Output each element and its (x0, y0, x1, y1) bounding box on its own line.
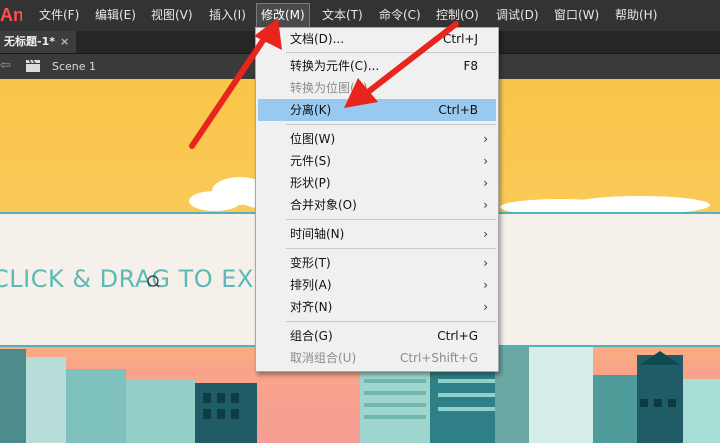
menu-item-arrange[interactable]: 排列(A) › (258, 274, 496, 296)
chevron-right-icon: › (483, 278, 488, 292)
banner-text: CLICK & DRAG TO EXP (0, 265, 269, 293)
menu-item-document[interactable]: 文档(D)... Ctrl+J (258, 28, 496, 50)
modify-menu: 文档(D)... Ctrl+J 转换为元件(C)... F8 转换为位图(B) 分离… (255, 27, 499, 372)
menu-separator (286, 248, 496, 249)
menu-item-bitmap[interactable]: 位图(W) › (258, 128, 496, 150)
menu-item-break-apart[interactable]: 分离(K) Ctrl+B (258, 99, 496, 121)
menu-separator (286, 124, 496, 125)
chevron-right-icon: › (483, 132, 488, 146)
menu-item-convert-to-symbol[interactable]: 转换为元件(C)... F8 (258, 55, 496, 77)
chevron-right-icon: › (483, 227, 488, 241)
menu-item-align[interactable]: 对齐(N) › (258, 296, 496, 318)
menu-separator (286, 219, 496, 220)
document-tab[interactable]: 无标题-1* × (0, 31, 76, 53)
chevron-right-icon: › (483, 154, 488, 168)
menu-edit[interactable]: 编辑(E) (91, 0, 140, 31)
menu-separator (286, 52, 496, 53)
menu-item-shape[interactable]: 形状(P) › (258, 172, 496, 194)
menu-item-group[interactable]: 组合(G) Ctrl+G (258, 325, 496, 347)
cursor-icon (147, 275, 160, 288)
document-tab-title: 无标题-1* (4, 35, 55, 48)
menu-debug[interactable]: 调试(D) (492, 0, 543, 31)
menu-window[interactable]: 窗口(W) (550, 0, 603, 31)
chevron-right-icon: › (483, 256, 488, 270)
menu-view[interactable]: 视图(V) (147, 0, 197, 31)
chevron-right-icon: › (483, 300, 488, 314)
app-logo: An (0, 5, 22, 25)
menu-item-transform[interactable]: 变形(T) › (258, 252, 496, 274)
scene-label[interactable]: Scene 1 (52, 54, 96, 79)
menu-item-convert-to-bitmap: 转换为位图(B) (290, 81, 368, 95)
menu-help[interactable]: 帮助(H) (611, 0, 661, 31)
chevron-right-icon: › (483, 176, 488, 190)
menu-item-timeline[interactable]: 时间轴(N) › (258, 223, 496, 245)
menu-insert[interactable]: 插入(I) (205, 0, 250, 31)
menu-file[interactable]: 文件(F) (35, 0, 83, 31)
chevron-right-icon: › (483, 198, 488, 212)
back-arrow-icon[interactable]: ⇦ (0, 58, 12, 74)
clapperboard-icon (26, 60, 40, 72)
menu-item-ungroup: 取消组合(U) Ctrl+Shift+G (290, 351, 478, 365)
menu-item-combine-objects[interactable]: 合并对象(O) › (258, 194, 496, 216)
menu-separator (286, 321, 496, 322)
close-icon[interactable]: × (60, 31, 69, 53)
menu-modify[interactable]: 修改(M) (256, 3, 310, 28)
menu-item-symbol[interactable]: 元件(S) › (258, 150, 496, 172)
